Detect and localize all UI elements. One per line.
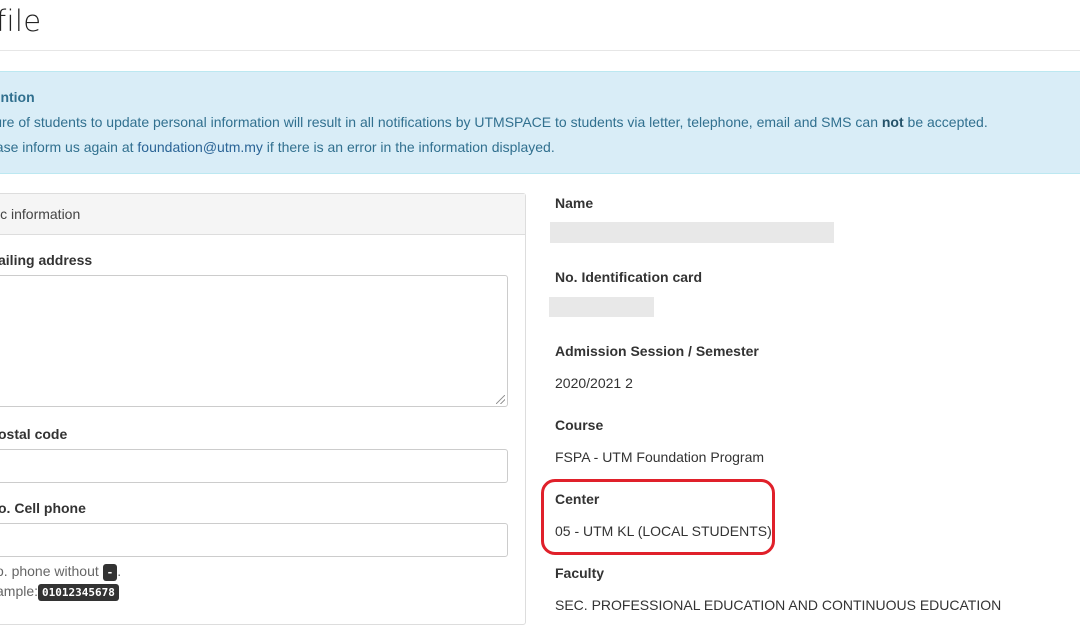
name-value-redacted [550,222,834,243]
alert-text-end: be accepted. [903,114,988,130]
mailing-address-textarea[interactable] [0,275,508,407]
cell-phone-input[interactable] [0,523,508,557]
dash-code: - [102,563,118,581]
postal-code-input[interactable] [0,449,508,483]
alert-text: ilure of students to update personal inf… [0,114,882,130]
course-label: Course [555,417,604,433]
center-highlight-annotation [541,479,775,555]
session-value: 2020/2021 2 [555,375,633,391]
phone-help-line1: o. phone without -. [0,563,121,581]
alert-text-end: if there is an error in the information … [262,139,555,155]
example-phone-code: 01012345678 [38,583,119,601]
ic-value-redacted [549,297,654,317]
attention-alert: tention ilure of students to update pers… [0,71,1080,174]
ic-label: No. Identification card [555,269,703,285]
help-text-end: . [117,563,122,579]
cell-phone-label: o. Cell phone [0,500,86,516]
mailing-address-label: ailing address [0,252,93,268]
title-divider [0,50,1080,51]
email-link[interactable]: foundation@utm.my [137,139,263,155]
alert-message-line1: ilure of students to update personal inf… [0,114,988,130]
faculty-label: Faculty [555,565,605,581]
faculty-value: SEC. PROFESSIONAL EDUCATION AND CONTINUO… [555,597,1002,613]
help-text: o. phone without [0,563,99,579]
alert-message-line2: ease inform us again at foundation@utm.m… [0,139,555,155]
panel-heading-label: sic information [0,206,81,222]
help-text: ample: [0,583,39,599]
phone-help-line2: ample: 01012345678 [0,583,119,601]
alert-text: ease inform us again at [0,139,138,155]
session-label: Admission Session / Semester [555,343,759,359]
name-label: Name [555,195,594,211]
page-title: ofile [0,4,42,38]
alert-heading: tention [0,89,35,105]
postal-code-label: ostal code [0,426,68,442]
alert-emphasis: not [881,114,904,130]
course-value: FSPA - UTM Foundation Program [555,449,765,465]
panel-heading: sic information [0,194,525,235]
resize-handle-icon[interactable] [496,395,505,404]
